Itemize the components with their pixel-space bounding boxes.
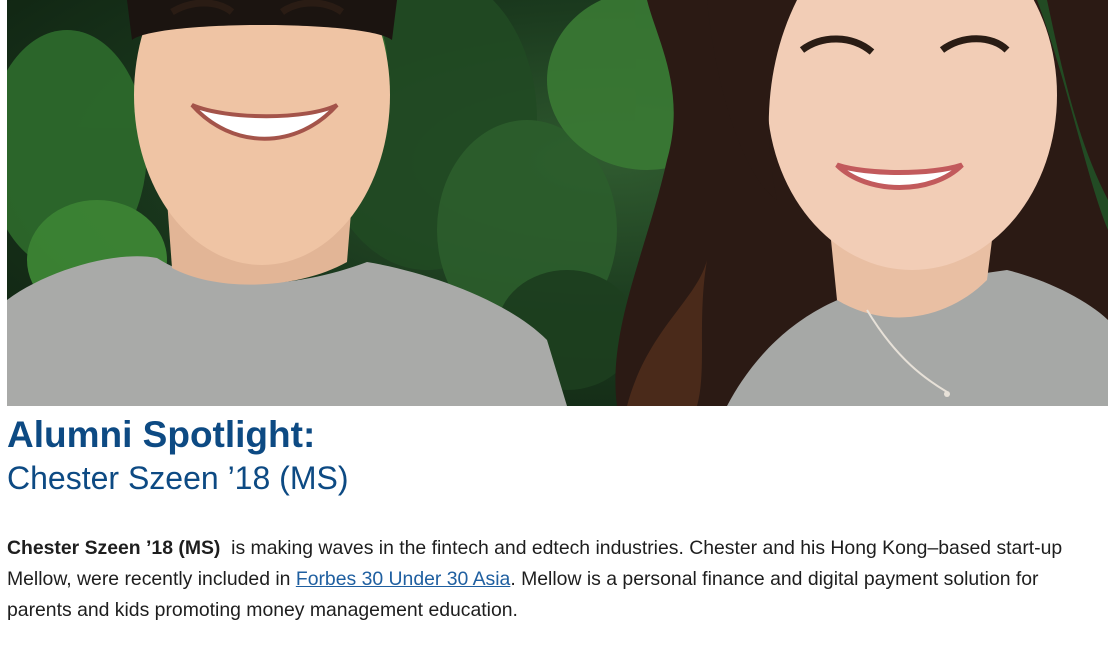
alumnus-name: Chester Szeen ’18 (MS) [7, 537, 221, 559]
spotlight-heading: Alumni Spotlight: Chester Szeen ’18 (MS) [7, 412, 348, 498]
forbes-30-under-30-link[interactable]: Forbes 30 Under 30 Asia [296, 568, 511, 590]
alumni-spotlight-page: Alumni Spotlight: Chester Szeen ’18 (MS)… [0, 0, 1108, 669]
hero-photo [7, 0, 1108, 406]
article-paragraph: Chester Szeen ’18 (MS) is making waves i… [7, 533, 1102, 626]
heading-title: Alumni Spotlight: [7, 414, 316, 455]
heading-subtitle: Chester Szeen ’18 (MS) [7, 460, 349, 496]
